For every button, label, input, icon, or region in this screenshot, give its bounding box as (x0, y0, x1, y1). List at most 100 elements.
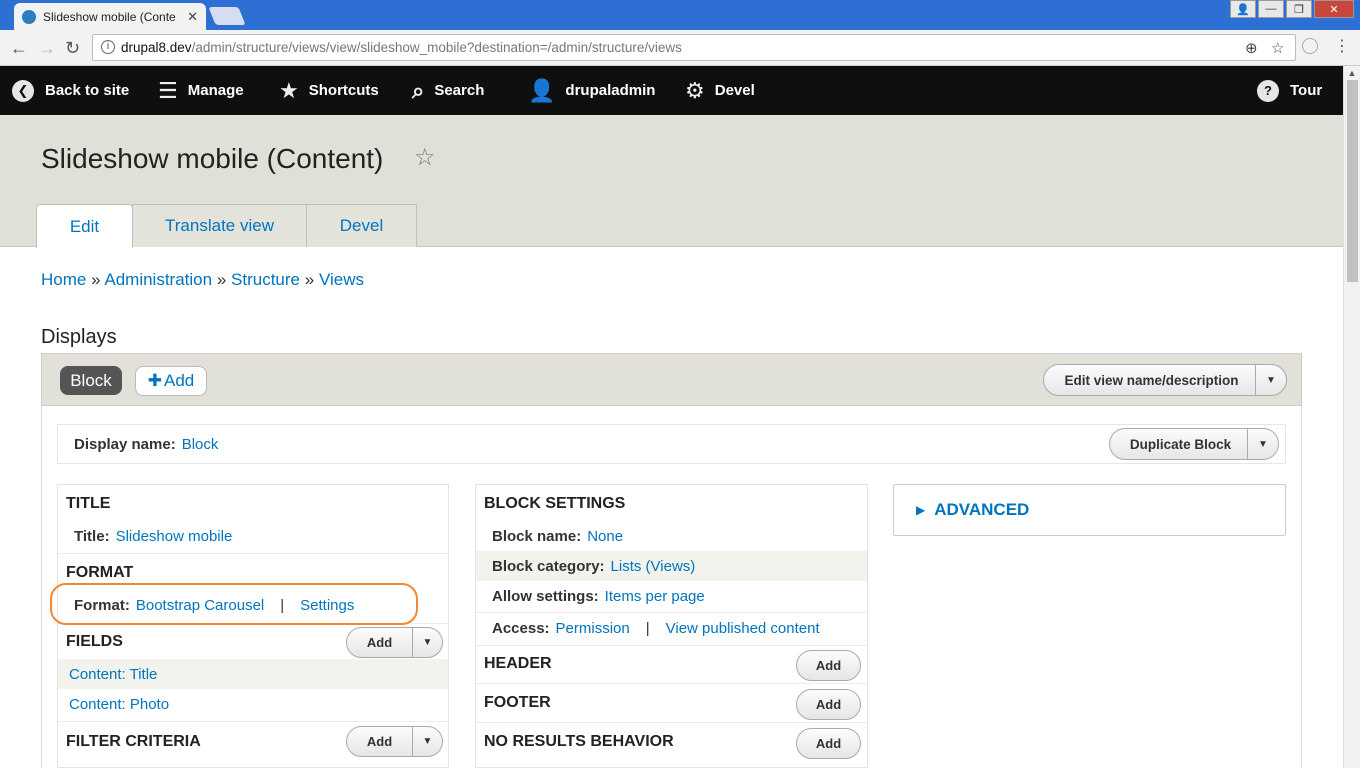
minimize-button[interactable]: — (1258, 0, 1284, 18)
fields-add-button[interactable]: Add (347, 628, 412, 657)
devel-link[interactable]: ⚙ Devel (685, 66, 755, 115)
display-name-label: Display name: (74, 435, 176, 453)
profile-icon[interactable]: 👤 (1230, 0, 1256, 18)
shortcuts-link[interactable]: ★ Shortcuts (279, 66, 379, 115)
edit-view-name-dropbutton[interactable]: Edit view name/description ▼ (1043, 364, 1287, 396)
breadcrumb-separator: » (91, 270, 101, 289)
duplicate-block-dropbutton[interactable]: Duplicate Block ▼ (1109, 428, 1279, 460)
scroll-up-icon[interactable]: ▲ (1344, 66, 1360, 80)
gear-icon: ⚙ (685, 77, 705, 103)
page-title: Slideshow mobile (Content) (41, 143, 384, 174)
displays-heading: Displays (41, 326, 117, 348)
advanced-toggle[interactable]: ▶ ADVANCED (893, 484, 1286, 536)
forward-arrow-icon[interactable]: → (38, 38, 56, 59)
edit-view-name-button[interactable]: Edit view name/description (1044, 365, 1256, 395)
chevron-down-icon[interactable]: ▼ (412, 727, 442, 756)
format-highlight-annotation (50, 583, 418, 625)
breadcrumb: Home » Administration » Structure » View… (41, 270, 364, 290)
chevron-down-icon[interactable]: ▼ (1248, 429, 1278, 459)
drupal-favicon-icon (22, 9, 36, 24)
browser-menu-icon[interactable]: ⋮ (1334, 36, 1350, 56)
user-icon: 👤 (528, 77, 556, 103)
header-add-label: Add (815, 658, 842, 673)
browser-tab-title: Slideshow mobile (Conte (43, 9, 176, 24)
chevron-down-icon[interactable]: ▼ (412, 628, 442, 657)
breadcrumb-administration[interactable]: Administration (104, 270, 212, 289)
header-section-heading: HEADER (484, 655, 552, 672)
close-window-button[interactable]: ✕ (1314, 0, 1354, 18)
scrollbar-thumb[interactable] (1347, 80, 1358, 282)
window-controls: 👤 — ❐ ✕ (1230, 0, 1354, 18)
display-name-link[interactable]: Block (182, 436, 219, 453)
divider (476, 645, 867, 646)
block-name-link[interactable]: None (587, 528, 623, 545)
title-link[interactable]: Slideshow mobile (116, 528, 233, 545)
address-bar: ← → ↻ i drupal8.dev/admin/structure/view… (0, 30, 1360, 66)
duplicate-block-button[interactable]: Duplicate Block (1110, 429, 1248, 459)
filter-add-button[interactable]: Add (347, 727, 412, 756)
shortcut-star-icon[interactable]: ☆ (414, 143, 436, 172)
field-content-title-link[interactable]: Content: Title (69, 666, 157, 683)
maximize-button[interactable]: ❐ (1286, 0, 1312, 18)
field-item: Content: Photo (58, 689, 448, 719)
info-icon[interactable]: i (101, 40, 115, 54)
add-display-button[interactable]: ✚ Add (135, 366, 207, 396)
title-section-heading: TITLE (66, 495, 111, 512)
tab-close-icon[interactable]: ✕ (187, 9, 198, 25)
star-icon: ★ (279, 77, 299, 103)
filter-add-dropbutton[interactable]: Add ▼ (346, 726, 443, 757)
allow-settings-row: Allow settings: Items per page (476, 581, 867, 611)
breadcrumb-structure[interactable]: Structure (231, 270, 300, 289)
back-to-site-link[interactable]: ❮ Back to site (12, 66, 129, 115)
display-tab-block[interactable]: Block (60, 366, 122, 395)
fields-add-dropbutton[interactable]: Add ▼ (346, 627, 443, 658)
access-label: Access: (492, 619, 550, 637)
allow-settings-label: Allow settings: (492, 587, 599, 605)
access-view-published-link[interactable]: View published content (666, 620, 820, 637)
user-link[interactable]: 👤 drupaladmin (528, 66, 655, 115)
no-results-add-button[interactable]: Add (796, 728, 861, 759)
back-to-site-label: Back to site (45, 82, 130, 99)
zoom-icon[interactable]: ⊕ (1245, 39, 1258, 57)
tab-devel[interactable]: Devel (306, 204, 417, 247)
no-results-add-label: Add (815, 736, 842, 751)
devel-label: Devel (714, 82, 755, 99)
add-display-label: Add (164, 371, 195, 390)
field-content-photo-link[interactable]: Content: Photo (69, 696, 169, 713)
manage-link[interactable]: ☰ Manage (158, 66, 244, 115)
new-tab-button[interactable] (208, 7, 246, 25)
field-item: Content: Title (58, 659, 448, 689)
browser-tab[interactable]: Slideshow mobile (Conte ✕ (14, 3, 206, 30)
breadcrumb-views[interactable]: Views (319, 270, 364, 289)
reload-icon[interactable]: ↻ (65, 38, 80, 59)
access-permission-link[interactable]: Permission (556, 620, 630, 637)
block-category-link[interactable]: Lists (Views) (611, 558, 696, 575)
url-path: /admin/structure/views/view/slideshow_mo… (191, 40, 682, 55)
url-input[interactable]: i drupal8.dev/admin/structure/views/view… (92, 34, 1296, 61)
help-icon: ? (1257, 79, 1279, 102)
tour-link[interactable]: ? Tour (1257, 66, 1322, 115)
extension-icon[interactable] (1302, 38, 1318, 54)
page-scrollbar[interactable]: ▲ (1343, 66, 1360, 768)
chevron-down-icon[interactable]: ▼ (1256, 365, 1286, 395)
filter-criteria-heading: FILTER CRITERIA (66, 733, 201, 750)
search-link[interactable]: ⌕ Search (412, 66, 484, 115)
footer-section-heading: FOOTER (484, 694, 551, 711)
no-results-heading: NO RESULTS BEHAVIOR (484, 733, 674, 750)
block-category-row: Block category: Lists (Views) (476, 551, 867, 581)
header-add-button[interactable]: Add (796, 650, 861, 681)
block-category-label: Block category: (492, 557, 605, 575)
manage-label: Manage (187, 82, 244, 99)
tab-edit[interactable]: Edit (36, 204, 133, 248)
footer-add-button[interactable]: Add (796, 689, 861, 720)
browser-tab-strip: Slideshow mobile (Conte ✕ 👤 — ❐ ✕ (0, 0, 1360, 30)
format-section-heading: FORMAT (66, 564, 134, 581)
allow-settings-link[interactable]: Items per page (605, 588, 705, 605)
tour-label: Tour (1290, 82, 1323, 99)
back-arrow-icon[interactable]: ← (10, 38, 28, 59)
bookmark-star-icon[interactable]: ☆ (1271, 39, 1284, 57)
tab-translate-view[interactable]: Translate view (132, 204, 307, 247)
divider (58, 721, 448, 722)
divider (58, 553, 448, 554)
breadcrumb-home[interactable]: Home (41, 270, 86, 289)
